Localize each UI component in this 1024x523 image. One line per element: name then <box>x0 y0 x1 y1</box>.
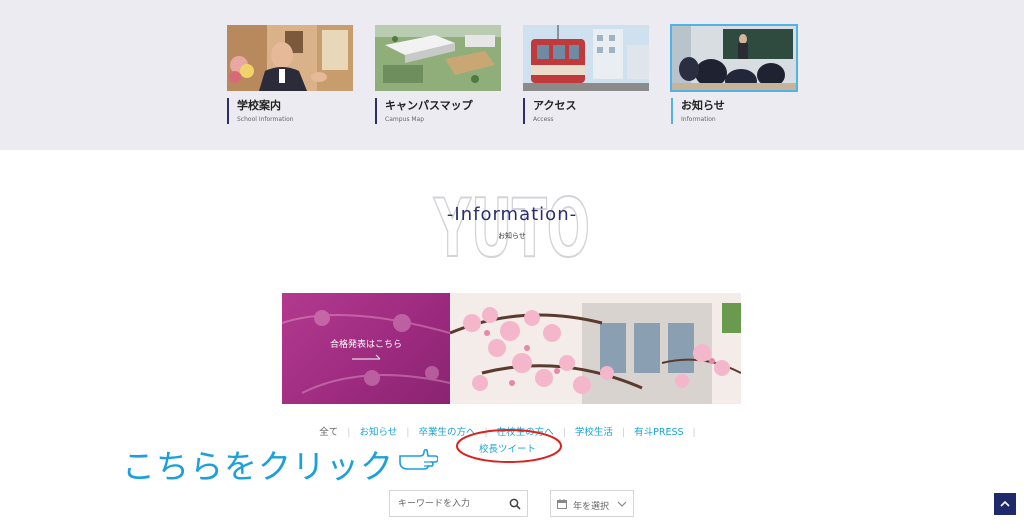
section-subheading: お知らせ <box>498 232 526 240</box>
calendar-icon <box>557 499 567 509</box>
search-icon[interactable] <box>509 498 521 510</box>
filter-news[interactable]: お知らせ <box>359 427 397 438</box>
information-thumbnail <box>670 24 798 92</box>
campus-map-thumbnail <box>375 25 501 91</box>
year-select[interactable]: 年を選択 <box>550 490 634 517</box>
click-here-annotation: こちらをクリック <box>122 447 394 486</box>
filter-all[interactable]: 全て <box>319 427 338 438</box>
nav-card-title: 学校案内 <box>237 99 281 112</box>
exam-results-banner[interactable]: 合格発表はこちら <box>282 293 741 404</box>
nav-card-school-information[interactable]: 学校案内 School Information <box>227 25 353 125</box>
section-heading: -Information- <box>446 204 578 225</box>
nav-card-access[interactable]: アクセス Access <box>523 25 649 125</box>
filter-school-life[interactable]: 学校生活 <box>575 427 613 438</box>
nav-card-title: お知らせ <box>681 99 725 112</box>
keyword-search-box <box>389 490 528 517</box>
year-select-label: 年を選択 <box>573 502 610 512</box>
nav-card-title: キャンパスマップ <box>385 99 473 112</box>
chevron-up-icon <box>1000 500 1010 507</box>
pointing-hand-icon <box>399 448 438 470</box>
nav-card-information[interactable]: お知らせ Information <box>670 24 798 125</box>
nav-card-subtitle: School Information <box>237 116 294 123</box>
chevron-down-icon <box>617 501 627 507</box>
nav-card-subtitle: Campus Map <box>385 116 425 123</box>
nav-card-title: アクセス <box>533 99 577 112</box>
top-nav-band <box>0 0 1024 150</box>
filter-press[interactable]: 有斗PRESS <box>634 427 683 438</box>
school-information-thumbnail <box>227 25 353 91</box>
red-circle-annotation <box>456 429 562 463</box>
nav-card-campus-map[interactable]: キャンパスマップ Campus Map <box>375 25 501 125</box>
banner-label: 合格発表はこちら <box>329 340 402 350</box>
nav-card-subtitle: Information <box>681 116 716 123</box>
back-to-top-button[interactable] <box>994 493 1016 515</box>
access-thumbnail <box>523 25 649 91</box>
arrow-right-icon <box>352 354 381 360</box>
keyword-search-input[interactable] <box>390 491 510 516</box>
nav-card-subtitle: Access <box>533 116 554 123</box>
